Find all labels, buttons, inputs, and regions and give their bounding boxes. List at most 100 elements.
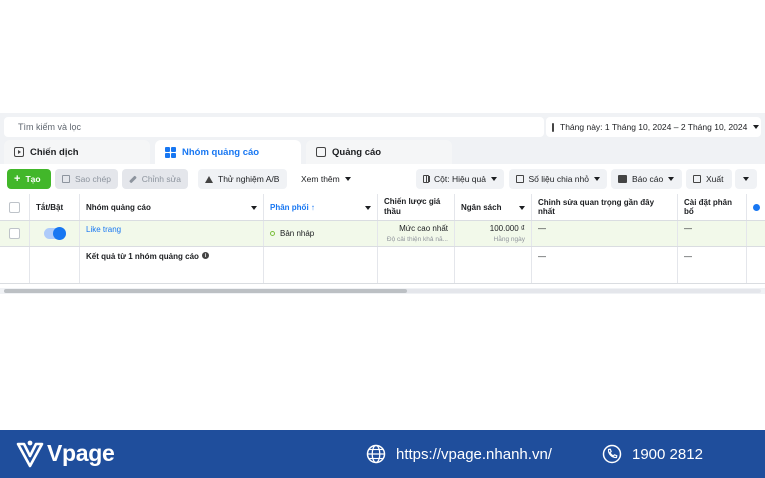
chevron-down-icon [344, 177, 351, 181]
row-toggle-cell [30, 221, 80, 246]
header-bid-strategy[interactable]: Chiến lược giá thầu [378, 194, 455, 220]
ab-test-button[interactable]: Thử nghiệm A/B [198, 169, 287, 189]
hotline[interactable]: 1900 2812 [602, 444, 703, 464]
ad-icon [316, 147, 326, 157]
reports-button[interactable]: Báo cáo [611, 169, 682, 189]
export-label: Xuất [706, 174, 724, 184]
tab-ads[interactable]: Quảng cáo [306, 140, 452, 164]
header-delivery-label: Phân phối ↑ [270, 202, 315, 212]
info-icon[interactable]: i [201, 252, 209, 259]
plus-icon: + [14, 173, 21, 185]
summary-label-cell: Kết quả từ 1 nhóm quảng cáo i [80, 247, 264, 283]
columns-icon [423, 175, 431, 183]
tab-campaigns[interactable]: Chiến dịch [4, 140, 150, 164]
chevron-down-icon [519, 206, 525, 210]
budget-value: 100.000 ₫ [489, 224, 525, 233]
header-adset[interactable]: Nhóm quảng cáo [80, 194, 264, 220]
search-input[interactable]: Tìm kiếm và lọc [4, 117, 544, 137]
info-icon[interactable] [752, 203, 760, 211]
ads-manager-panel: Tìm kiếm và lọc Tháng này: 1 Tháng 10, 2… [0, 113, 765, 318]
summary-row: Kết quả từ 1 nhóm quảng cáo i — — [0, 247, 765, 284]
chevron-down-icon [491, 177, 497, 181]
header-attribution[interactable]: Cài đặt phân bổ [678, 194, 747, 220]
onoff-toggle[interactable] [43, 227, 66, 240]
row-select-cell [0, 221, 30, 246]
tab-campaigns-label: Chiến dịch [30, 146, 79, 158]
globe-icon [366, 444, 386, 464]
toolbar: + Tạo Sao chép Chỉnh sửa Thử nghiệm A/B … [0, 164, 765, 194]
horizontal-scrollbar[interactable] [4, 289, 761, 293]
chevron-down-icon [365, 206, 371, 210]
bid-strategy-value: Mức cao nhất [399, 224, 448, 233]
duplicate-button[interactable]: Sao chép [55, 169, 118, 189]
more-button[interactable]: Xem thêm [294, 169, 356, 189]
last-edit-cell: — [532, 221, 678, 246]
tab-ad-sets[interactable]: Nhóm quảng cáo [155, 140, 301, 164]
scrollbar-thumb[interactable] [4, 289, 407, 293]
calendar-icon [552, 122, 554, 132]
website-link[interactable]: https://vpage.nhanh.vn/ [366, 444, 552, 464]
bid-cell: Mức cao nhất Độ cải thiện khả nă... [378, 221, 455, 246]
summary-last-edit: — [532, 247, 678, 283]
header-budget[interactable]: Ngân sách [455, 194, 532, 220]
header-onoff[interactable]: Tắt/Bật [30, 194, 80, 220]
brand-footer: Vpage https://vpage.nhanh.vn/ 1900 2812 [0, 430, 765, 478]
columns-button[interactable]: Cột: Hiệu quả [416, 169, 504, 189]
summary-blank-3 [264, 247, 378, 283]
delivery-status: Bản nháp [280, 229, 315, 238]
summary-blank-4 [378, 247, 455, 283]
budget-period: Hằng ngày [493, 236, 525, 243]
breakdown-icon [516, 175, 524, 183]
brand-name: Vpage [47, 439, 115, 466]
header-adset-label: Nhóm quảng cáo [86, 202, 151, 212]
ad-sets-table: Tắt/Bật Nhóm quảng cáo Phân phối ↑ Chiến… [0, 194, 765, 288]
website-url: https://vpage.nhanh.vn/ [396, 445, 552, 463]
row-checkbox[interactable] [9, 228, 20, 239]
ab-test-label: Thử nghiệm A/B [218, 174, 280, 184]
create-label: Tạo [25, 174, 41, 184]
delivery-cell: Bản nháp [264, 221, 378, 246]
header-info-cell [747, 194, 765, 220]
vpage-logo: Vpage [16, 438, 115, 468]
chevron-down-icon [668, 177, 675, 181]
breakdown-label: Số liệu chia nhỏ [528, 174, 590, 184]
header-budget-label: Ngân sách [461, 202, 502, 212]
summary-blank-2 [30, 247, 80, 283]
create-button[interactable]: + Tạo [7, 169, 51, 189]
table-row[interactable]: Like trang Bản nháp Mức cao nhất Độ cải … [0, 221, 765, 247]
summary-label: Kết quả từ 1 nhóm quảng cáo [86, 252, 199, 261]
export-button[interactable]: Xuất [686, 169, 732, 189]
edit-button[interactable]: Chỉnh sửa [122, 169, 188, 189]
date-range-label: Tháng này: 1 Tháng 10, 2024 – 2 Tháng 10… [560, 122, 748, 132]
pencil-icon [129, 175, 137, 183]
level-tabs: Chiến dịch Nhóm quảng cáo Quảng cáo [0, 140, 765, 164]
chevron-down-icon [594, 177, 600, 181]
tab-ads-label: Quảng cáo [332, 146, 382, 158]
export-menu-button[interactable] [735, 169, 757, 189]
header-last-edit[interactable]: Chỉnh sửa quan trọng gần đây nhất [532, 194, 678, 220]
panel-bottom-area [0, 294, 765, 318]
summary-attribution: — [678, 247, 747, 283]
edit-label: Chỉnh sửa [141, 174, 181, 184]
breakdown-button[interactable]: Số liệu chia nhỏ [509, 169, 607, 189]
campaign-icon [14, 147, 24, 157]
select-all-checkbox[interactable] [9, 201, 20, 213]
tab-ad-sets-label: Nhóm quảng cáo [182, 146, 260, 158]
summary-blank-1 [0, 247, 30, 283]
date-range-button[interactable]: Tháng này: 1 Tháng 10, 2024 – 2 Tháng 10… [546, 117, 761, 137]
table-header-row: Tắt/Bật Nhóm quảng cáo Phân phối ↑ Chiến… [0, 194, 765, 221]
export-icon [693, 175, 701, 183]
phone-number: 1900 2812 [632, 445, 703, 463]
duplicate-icon [62, 175, 70, 183]
more-label: Xem thêm [301, 174, 340, 184]
header-delivery[interactable]: Phân phối ↑ [264, 194, 378, 220]
chevron-down-icon [251, 206, 257, 210]
report-icon [618, 175, 627, 183]
status-dot-icon [270, 231, 275, 236]
adset-name-link[interactable]: Like trang [80, 221, 264, 246]
grid-icon [165, 146, 176, 158]
chevron-down-icon [753, 125, 760, 129]
flask-icon [205, 175, 213, 183]
phone-icon [602, 444, 622, 464]
reports-label: Báo cáo [632, 174, 664, 184]
